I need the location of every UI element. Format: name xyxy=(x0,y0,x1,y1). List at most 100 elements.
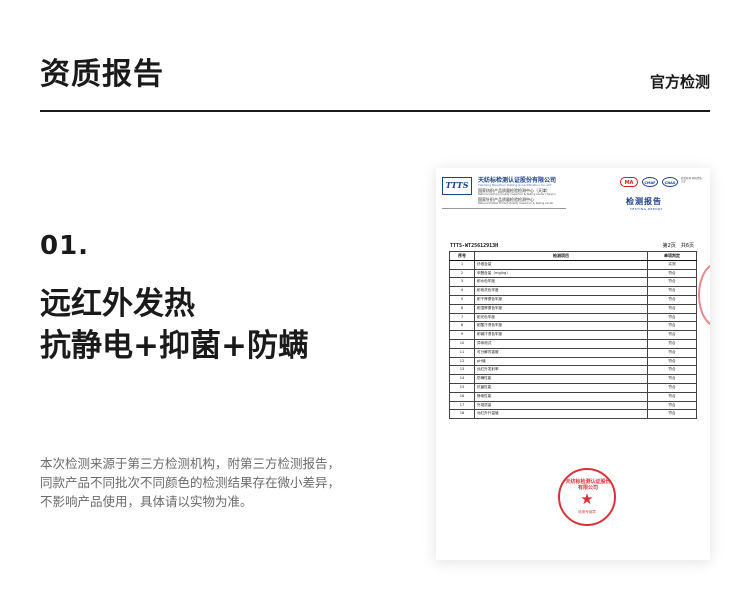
table-cell: 18 xyxy=(449,409,475,420)
table-cell: 符合 xyxy=(647,365,697,376)
table-cell: 3 xyxy=(449,277,475,288)
table-cell: 耐水色牢度 xyxy=(474,277,648,288)
test-report-image: TTTS 天纺标检测认证股份有限公司 Tianfang Biaozhun Tes… xyxy=(436,168,710,560)
table-cell: 14 xyxy=(449,374,475,384)
table-cell: 13 xyxy=(449,365,475,376)
report-center-2-en: National Knitted Product Quality Inspect… xyxy=(478,202,554,205)
report-center-1-en: National Clothing Quality Inspection & T… xyxy=(478,193,556,196)
table-row: 8 耐酸汗渍色牢度 符合 xyxy=(449,321,697,332)
table-row: 17 外观质量 符合 xyxy=(449,400,697,411)
table-cell: 甲醛含量（mg/kg） xyxy=(474,268,648,279)
feature-title: 远红外发热 抗静电+抑菌+防螨 xyxy=(40,283,309,367)
table-row: 4 耐皂洗色牢度 符合 xyxy=(449,286,697,296)
report-page: 第2页 xyxy=(662,243,676,249)
page-title: 资质报告 xyxy=(40,57,164,92)
table-cell: 10 xyxy=(449,338,475,349)
table-row: 12 pH值 符合 xyxy=(449,356,697,367)
partial-seal xyxy=(698,262,710,328)
seal-sub: 检测专用章 xyxy=(578,510,596,514)
table-cell: 4 xyxy=(449,286,475,296)
cnas-logo: CNAS xyxy=(662,177,678,187)
table-row: 6 耐湿摩擦色牢度 符合 xyxy=(449,303,697,314)
table-cell: 1 xyxy=(449,259,475,270)
table-cell: 符合 xyxy=(647,330,697,340)
report-rule xyxy=(442,208,566,209)
table-cell: 2 xyxy=(449,268,475,279)
table-cell: 6 xyxy=(449,303,475,314)
table-cell: 7 xyxy=(449,312,475,323)
cert-logos: MA CMAF CNAS 检验检测 机构资质 认定 xyxy=(620,177,704,189)
table-cell: 符合 xyxy=(647,356,697,367)
description: 本次检测来源于第三方检测机构，附第三方检测报告， 同款产品不同批次不同颜色的检测… xyxy=(40,454,370,511)
table-cell: 符合 xyxy=(647,382,697,393)
table-cell: 9 xyxy=(449,330,475,340)
inspection-seal: 天纺标检测认证股份有限公司 ★ 检测专用章 xyxy=(558,468,616,526)
table-cell: 静电性能 xyxy=(474,391,648,402)
table-cell: 耐皂洗色牢度 xyxy=(474,286,648,296)
table-header-row: 序号 检测项目 单项判定 xyxy=(449,251,697,261)
table-cell: 符合 xyxy=(647,268,697,279)
table-cell: 纤维含量 xyxy=(474,259,648,270)
table-cell: 耐光色牢度 xyxy=(474,312,648,323)
report-table: 序号 检测项目 单项判定 1 纤维含量 实测 2 甲醛含量（mg/kg） 符合 3 耐水色牢度… xyxy=(449,251,697,420)
table-cell: 8 xyxy=(449,321,475,332)
report-total-pages: 共6页 xyxy=(680,243,694,249)
header-divider xyxy=(40,110,710,112)
description-line: 本次检测来源于第三方检测机构，附第三方检测报告， xyxy=(40,456,341,471)
table-cell: pH值 xyxy=(474,356,648,367)
table-cell: 符合 xyxy=(647,338,697,349)
table-cell: 符合 xyxy=(647,409,697,420)
table-row: 11 可分解芳香胺 符合 xyxy=(449,347,697,358)
table-header-cell: 单项判定 xyxy=(647,251,697,261)
table-cell: 12 xyxy=(449,356,475,367)
ttts-logo: TTTS xyxy=(442,177,472,195)
report-page-info: 第2页 共6页 xyxy=(658,242,694,249)
table-cell: 抗菌性能 xyxy=(474,382,648,393)
table-cell: 5 xyxy=(449,294,475,305)
report-title-en: TESTING REPORT xyxy=(630,207,663,211)
table-cell: 符合 xyxy=(647,303,697,314)
description-line: 不影响产品使用，具体请以实物为准。 xyxy=(40,494,253,509)
table-cell: 11 xyxy=(449,347,475,358)
table-cell: 符合 xyxy=(647,374,697,384)
table-row: 7 耐光色牢度 符合 xyxy=(449,312,697,323)
table-row: 15 抗菌性能 符合 xyxy=(449,382,697,393)
section-number: 01. xyxy=(40,231,90,261)
table-cell: 耐碱汗渍色牢度 xyxy=(474,330,648,340)
description-line: 同款产品不同批次不同颜色的检测结果存在微小差异， xyxy=(40,475,341,490)
report-title: 检测报告 xyxy=(626,197,662,206)
table-cell: 异味测试 xyxy=(474,338,648,349)
report-company-en: Tianfang Biaozhun Testing & Certificatio… xyxy=(478,183,552,187)
table-row: 2 甲醛含量（mg/kg） 符合 xyxy=(449,268,697,279)
feature-title-line: 抗静电+抑菌+防螨 xyxy=(40,328,309,364)
table-cell: 符合 xyxy=(647,400,697,411)
table-cell: 实测 xyxy=(647,259,697,270)
table-cell: 远红外发射率 xyxy=(474,365,648,376)
table-cell: 符合 xyxy=(647,286,697,296)
header-tag: 官方检测 xyxy=(649,73,710,91)
table-cell: 符合 xyxy=(647,321,697,332)
table-row: 5 耐干摩擦色牢度 符合 xyxy=(449,294,697,305)
table-cell: 符合 xyxy=(647,391,697,402)
star-icon: ★ xyxy=(580,490,594,508)
table-cell: 符合 xyxy=(647,312,697,323)
table-cell: 15 xyxy=(449,382,475,393)
table-row: 3 耐水色牢度 符合 xyxy=(449,277,697,288)
table-header-cell: 序号 xyxy=(449,251,475,261)
report-number: TTTS-WT25612913H xyxy=(450,243,499,249)
table-row: 10 异味测试 符合 xyxy=(449,338,697,349)
table-cell: 外观质量 xyxy=(474,400,648,411)
table-cell: 远红外升温值 xyxy=(474,409,648,420)
table-row: 16 静电性能 符合 xyxy=(449,391,697,402)
page-header: 资质报告 官方检测 xyxy=(40,0,710,113)
cma-logo: MA xyxy=(620,177,638,187)
cmaf-logo: CMAF xyxy=(642,177,658,187)
table-cell: 16 xyxy=(449,391,475,402)
table-row: 9 耐碱汗渍色牢度 符合 xyxy=(449,330,697,340)
table-cell: 防螨性能 xyxy=(474,374,648,384)
table-cell: 可分解芳香胺 xyxy=(474,347,648,358)
table-cell: 17 xyxy=(449,400,475,411)
table-header-cell: 检测项目 xyxy=(474,251,648,261)
table-row: 14 防螨性能 符合 xyxy=(449,374,697,384)
table-row: 18 远红外升温值 符合 xyxy=(449,409,697,420)
